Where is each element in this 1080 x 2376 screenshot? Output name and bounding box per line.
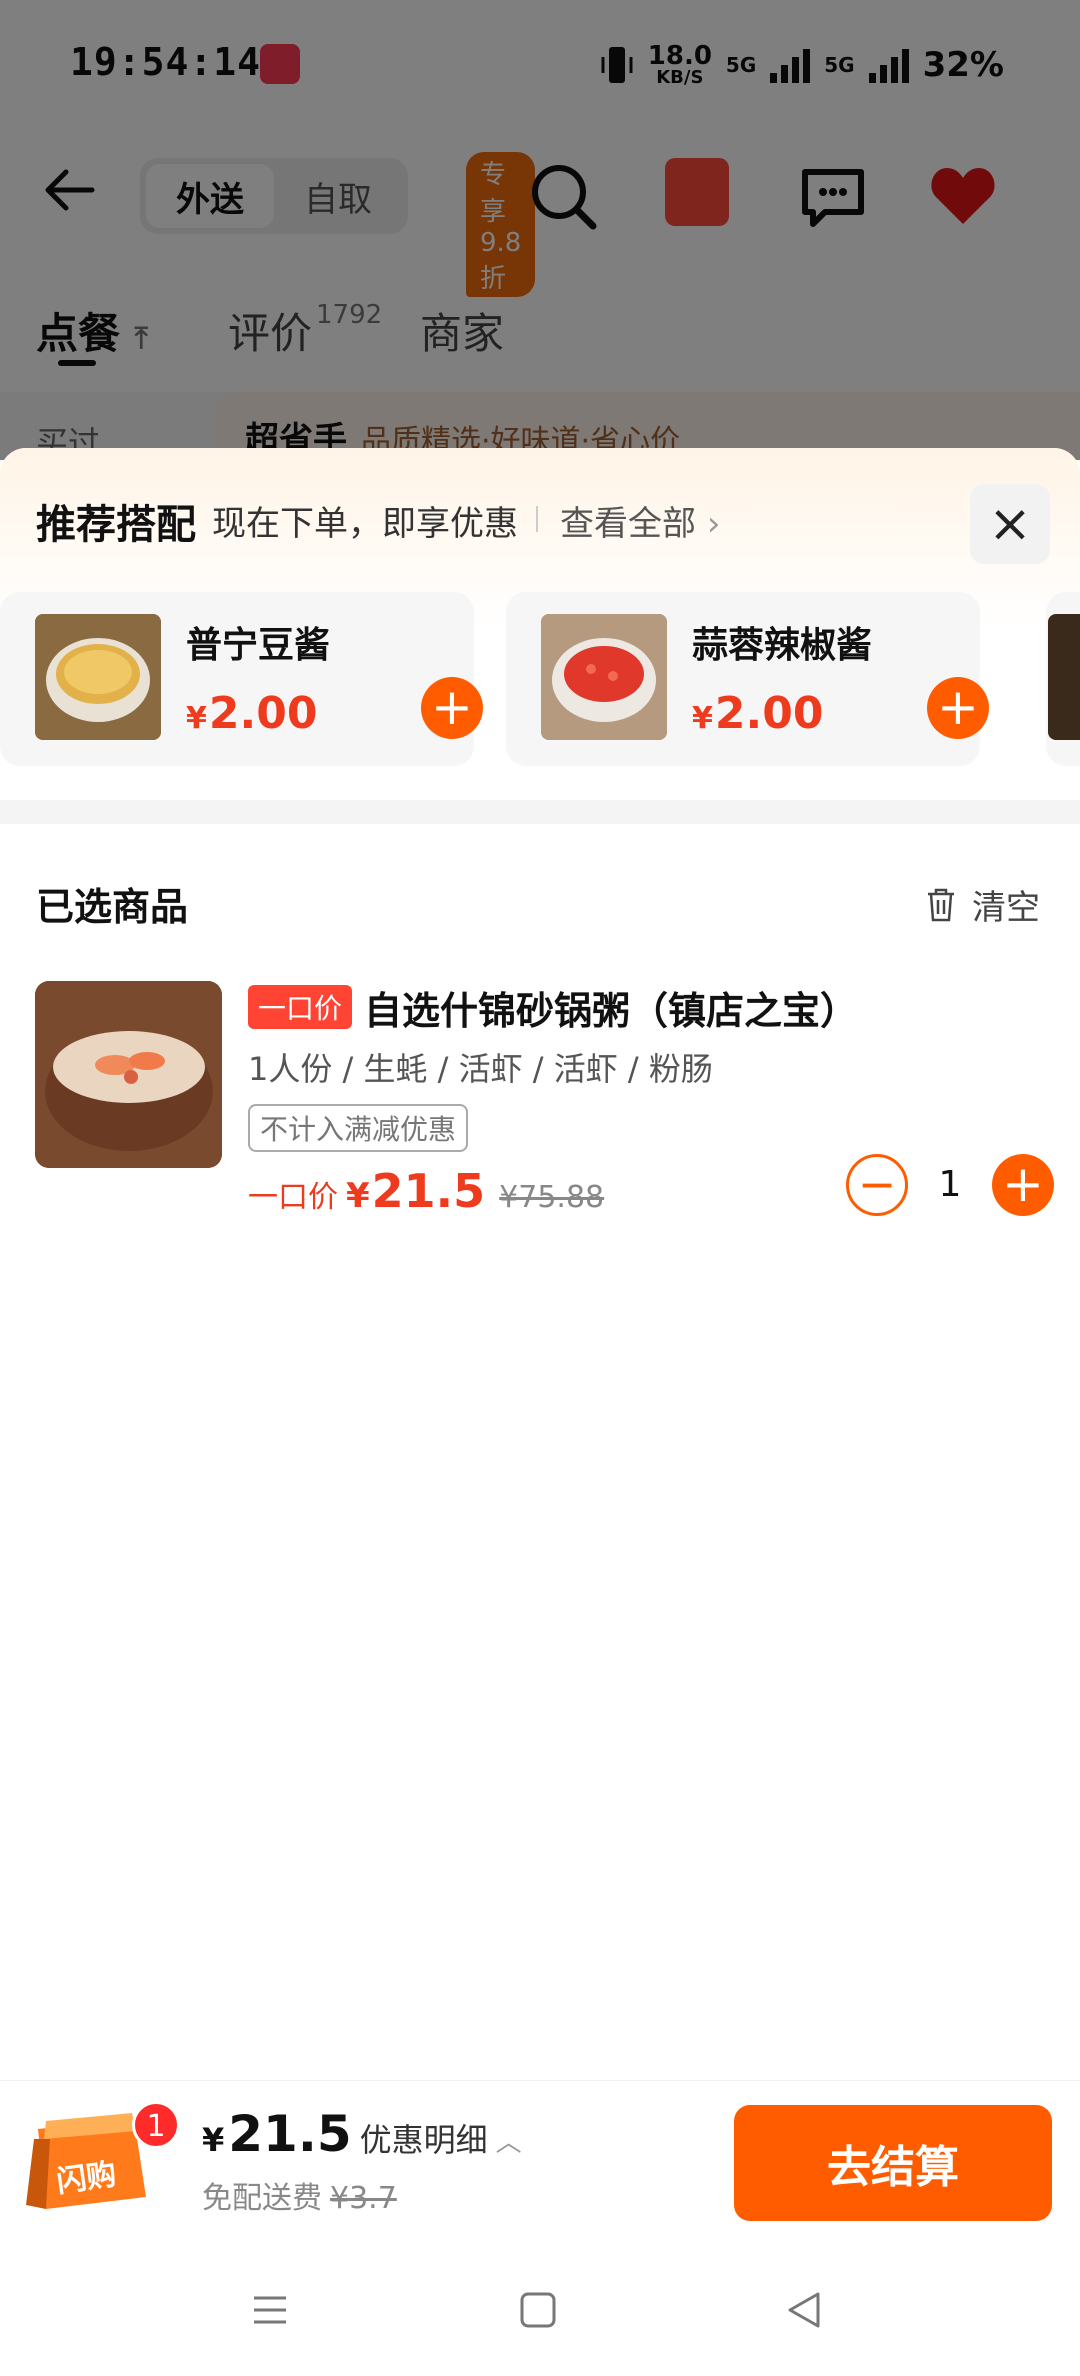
home-icon[interactable] [518, 2290, 558, 2330]
recommend-item-name: 蒜蓉辣椒酱 [692, 625, 873, 666]
total-price: ¥ 21.5 优惠明细 ︿ [202, 2105, 522, 2163]
item-note: 不计入满减优惠 [248, 1104, 469, 1152]
price-label: 一口价 [248, 1180, 338, 1215]
item-price: 21.5 [371, 1164, 486, 1218]
recommend-item-price: ¥2.00 [692, 688, 824, 739]
cart-count-badge: 1 [132, 2101, 180, 2149]
item-price-row: 一口价 ¥ 21.5 ¥75.88 [248, 1164, 604, 1218]
item-name[interactable]: 自选什锦砂锅粥（镇店之宝） [364, 980, 858, 1035]
increase-quantity-button[interactable]: + [992, 1154, 1054, 1216]
divider [536, 506, 538, 532]
recommend-card[interactable]: 蒜蓉辣椒酱 ¥2.00 + [506, 592, 989, 766]
decrease-quantity-button[interactable]: − [846, 1154, 908, 1216]
total-amount: 21.5 [228, 2105, 352, 2163]
delivery-fee: 免配送费 ¥3.7 [202, 2181, 397, 2216]
checkout-bar: 闪购 1 ¥ 21.5 优惠明细 ︿ 免配送费 ¥3.7 去结算 [0, 2080, 1080, 2226]
add-button[interactable]: + [927, 677, 989, 739]
fixed-price-tag: 一口价 [248, 985, 353, 1029]
recommend-item-price: ¥2.00 [186, 688, 318, 739]
recommend-title: 推荐搭配 [36, 502, 196, 548]
close-button[interactable]: × [970, 484, 1050, 564]
background-page: 19:54:14 18.0KB/S 5G 5G 32% 外送 自取 专享9.8折 [0, 0, 1080, 462]
recommend-item-name: 普宁豆酱 [186, 625, 331, 666]
system-nav-bar [0, 2250, 1080, 2376]
chevron-up-icon[interactable]: ︿ [496, 2122, 522, 2159]
product-image [1048, 614, 1080, 740]
menu-icon[interactable] [250, 2290, 290, 2330]
view-all-link[interactable]: 查看全部 › [560, 496, 720, 545]
product-image-doujiang [35, 614, 161, 740]
item-original-price: ¥75.88 [499, 1180, 605, 1215]
dim-overlay[interactable] [0, 0, 1080, 460]
recommend-subtitle: 现在下单，即享优惠 [212, 504, 518, 544]
trash-icon [928, 888, 954, 921]
product-image-congee [35, 981, 222, 1168]
cart-label: 闪购 [54, 2156, 119, 2200]
discount-detail-link[interactable]: 优惠明细 [360, 2115, 488, 2161]
checkout-button[interactable]: 去结算 [734, 2105, 1052, 2221]
back-icon[interactable] [784, 2290, 824, 2330]
clear-button[interactable]: 清空 [926, 880, 1040, 929]
section-divider [0, 800, 1080, 824]
item-spec: 1人份 / 生蚝 / 活虾 / 活虾 / 粉肠 [248, 1050, 713, 1088]
product-image-garlic-chili [541, 614, 667, 740]
add-button[interactable]: + [421, 677, 483, 739]
currency-symbol: ¥ [346, 1176, 370, 1216]
selected-title: 已选商品 [36, 885, 189, 929]
recommend-card[interactable] [1046, 592, 1080, 766]
quantity-value: 1 [938, 1164, 962, 1205]
recommend-card[interactable]: 普宁豆酱 ¥2.00 + [0, 592, 483, 766]
